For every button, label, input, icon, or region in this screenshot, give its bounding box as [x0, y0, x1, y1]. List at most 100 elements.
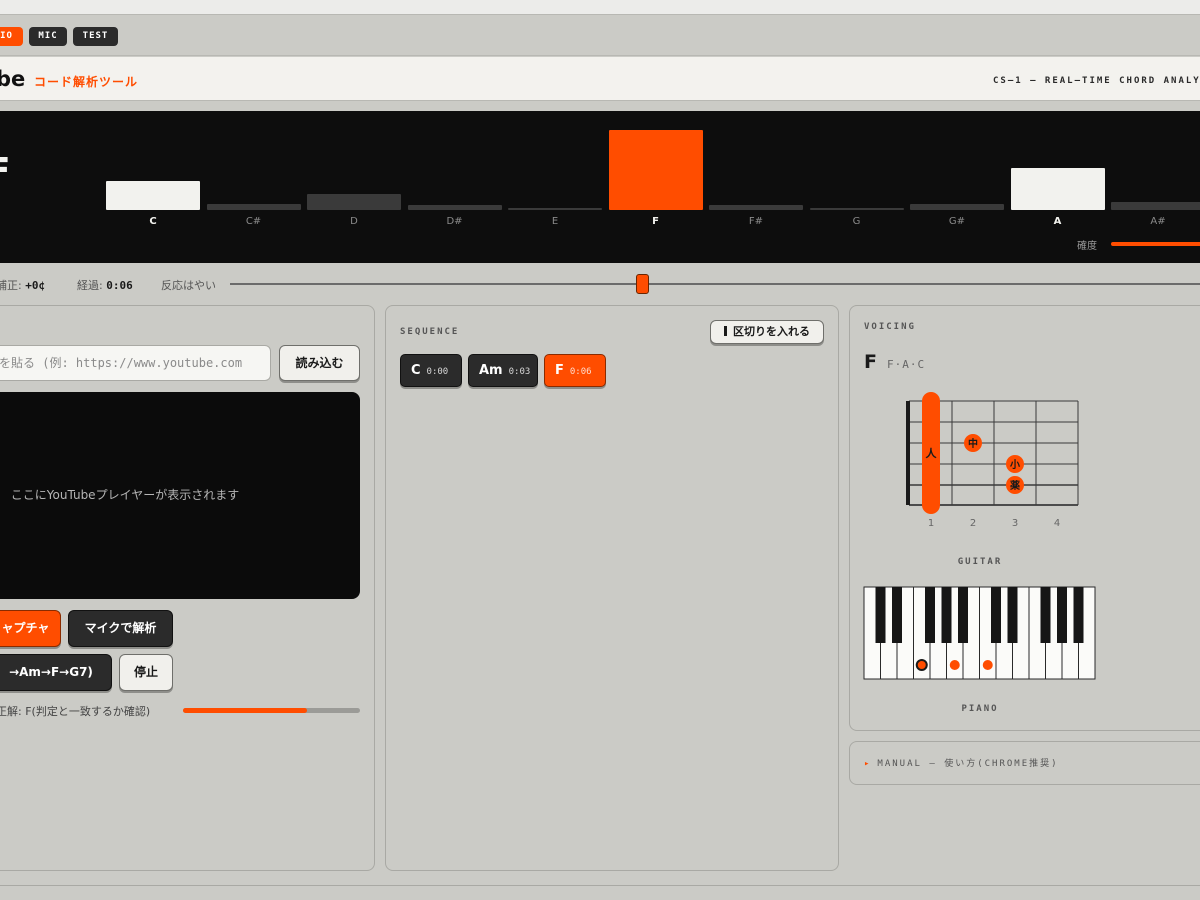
fret-number: 3 [1012, 518, 1018, 529]
fret-number: 1 [928, 518, 934, 529]
response-slider-thumb[interactable] [635, 274, 649, 294]
piano-caption: PIANO [961, 704, 999, 714]
youtube-player[interactable]: ここにYouTubeプレイヤーが表示されます [0, 392, 360, 599]
chroma-label: C [149, 216, 157, 227]
tuning-readout: 補正: +0¢ [0, 277, 45, 293]
mode-button-audio[interactable]: IO [0, 27, 23, 46]
current-chord-display: F [0, 151, 11, 192]
chroma-label: A [1053, 216, 1062, 227]
chroma-bar-gsharp [910, 204, 1004, 210]
chip-chord: Am [479, 363, 503, 378]
piano-black-key [875, 587, 886, 643]
insert-marker-label: 区切りを入れる [733, 325, 810, 338]
mic-analyze-button[interactable]: マイクで解析 [68, 610, 173, 647]
finger-label: 小 [1009, 458, 1020, 471]
chroma-label: D [350, 216, 358, 227]
chip-chord: F [555, 363, 564, 378]
piano-black-key [1007, 587, 1018, 643]
answer-progress-bar [183, 708, 360, 713]
answer-text: 正解: F(判定と一致するか確認) [0, 705, 151, 718]
chroma-label: D# [446, 216, 463, 227]
mode-bar: IO MIC TEST [0, 16, 1200, 56]
fret-number: 2 [970, 518, 976, 529]
piano-black-key [1040, 587, 1051, 643]
chip-time: 0:00 [426, 367, 449, 377]
tuning-value: +0¢ [25, 279, 46, 292]
chroma-label: C# [245, 216, 262, 227]
confidence-bar [1111, 242, 1200, 246]
response-label: 反応はやい [161, 279, 216, 292]
piano-black-key [925, 587, 935, 643]
tuning-label: 補正: [0, 279, 22, 292]
chip-time: 0:03 [508, 367, 531, 377]
chip-chord: C [411, 363, 421, 378]
piano-black-key [1057, 587, 1067, 643]
caret-right-icon: ▸ [864, 759, 872, 769]
status-row: 補正: +0¢ 経過: 0:06 反応はやい [0, 270, 1200, 298]
app-logo: be [0, 67, 26, 91]
sequence-chip-current[interactable]: F 0:06 [544, 354, 606, 387]
chroma-bar-fsharp [709, 205, 803, 210]
guitar-caption: GUITAR [957, 557, 1003, 567]
piano-note-marker-f [915, 659, 928, 671]
fret-number: 4 [1054, 518, 1060, 529]
answer-progress-fill [183, 708, 307, 713]
chroma-label: F# [748, 216, 764, 227]
mode-button-mic[interactable]: MIC [29, 27, 67, 46]
piano-note-marker-a [949, 660, 960, 670]
voicing-chord: F [864, 351, 877, 373]
chroma-bar-dsharp [407, 205, 502, 210]
youtube-url-input[interactable]: を貼る (例: https://www.youtube.com [0, 345, 271, 381]
stop-button[interactable]: 停止 [119, 654, 173, 691]
chroma-bar-csharp [206, 204, 301, 210]
piano-black-key [958, 587, 968, 643]
chroma-label: E [551, 216, 559, 227]
chroma-visualizer: F C C# D D# E F F# G G# A A# 確度 [0, 111, 1200, 263]
voicing-notes: F·A·C [887, 358, 926, 371]
bar-icon [724, 326, 727, 336]
finger-label: 中 [968, 437, 978, 450]
elapsed-label: 経過: [77, 279, 103, 292]
chroma-bar-e [508, 208, 602, 210]
finger-label-barre: 人 [926, 446, 938, 460]
elapsed-readout: 経過: 0:06 [77, 277, 133, 293]
piano-black-key [1073, 587, 1084, 643]
chroma-label: G# [948, 216, 966, 227]
browser-top-strip [0, 0, 1200, 15]
manual-label: MANUAL — 使い方(CHROME推奨) [877, 759, 1059, 769]
chroma-label: A# [1150, 216, 1166, 227]
guitar-fretboard: 人 中 小 薬 1 2 3 4 [906, 392, 1079, 529]
load-button[interactable]: 読み込む [279, 345, 360, 381]
response-slider-track[interactable] [230, 283, 1200, 285]
bottom-divider [0, 885, 1200, 886]
finger-label: 薬 [1009, 479, 1021, 492]
manual-toggle[interactable]: ▸ MANUAL — 使い方(CHROME推奨) [849, 741, 1200, 785]
piano-black-key [991, 587, 1001, 643]
piano-note-marker-c [982, 660, 993, 670]
test-progression-button[interactable]: →Am→F→G7) [0, 654, 112, 691]
piano-keyboard [863, 586, 1096, 680]
chroma-bar-g [809, 208, 904, 210]
elapsed-value: 0:06 [106, 279, 133, 292]
guitar-nut [906, 401, 910, 505]
sequence-panel [385, 305, 839, 871]
insert-marker-button[interactable]: 区切りを入れる [710, 320, 824, 344]
confidence-label: 確度 [1077, 241, 1097, 252]
piano-black-key [941, 587, 952, 643]
chroma-bar-d [307, 194, 401, 210]
voicing-label: VOICING [864, 322, 916, 332]
player-placeholder-text: ここにYouTubeプレイヤーが表示されます [10, 488, 240, 502]
model-name: CS–1 — REAL–TIME CHORD ANALYZ [993, 76, 1200, 86]
chroma-label: G [852, 216, 861, 227]
sequence-chip[interactable]: Am 0:03 [468, 354, 538, 387]
sequence-chip[interactable]: C 0:00 [400, 354, 462, 387]
app-subtitle: コード解析ツール [34, 75, 139, 89]
mode-button-test[interactable]: TEST [73, 27, 118, 46]
chip-time: 0:06 [569, 367, 592, 377]
chroma-bar-a [1010, 168, 1105, 210]
piano-black-key [892, 587, 902, 643]
capture-button[interactable]: ャプチャ [0, 610, 61, 647]
chroma-label: F [652, 216, 659, 227]
chroma-bar-asharp [1111, 202, 1200, 210]
app-header: be コード解析ツール CS–1 — REAL–TIME CHORD ANALY… [0, 57, 1200, 101]
